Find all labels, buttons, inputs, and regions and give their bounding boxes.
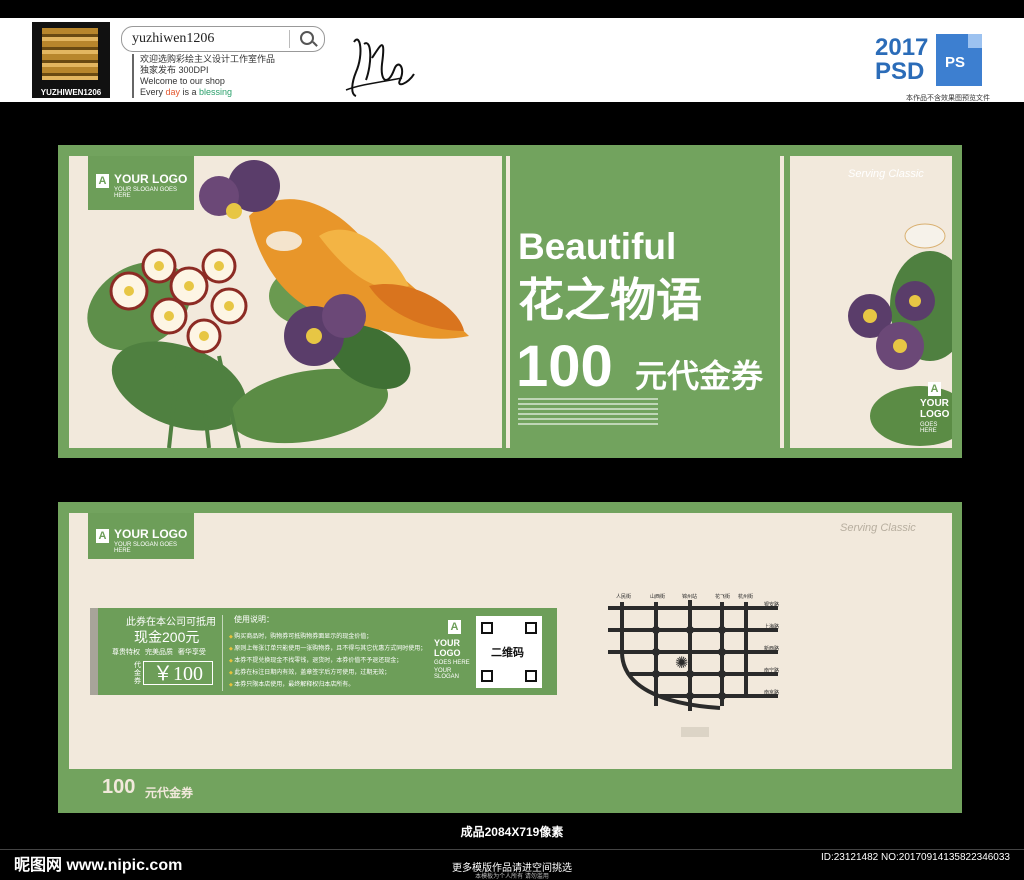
voucher-amount: 100 (516, 334, 613, 399)
back-logo-slogan: YOUR SLOGAN GOES HERE (114, 542, 178, 554)
qr-finder-icon (481, 622, 493, 634)
brand-cube-icon (42, 28, 98, 80)
map-road-label: 南宁路 (764, 667, 779, 674)
location-map: ✺ 人民街 山西街 锦州站 花飞街 杭州街 银安路 上海路 新西路 南宁路 南京… (608, 593, 779, 711)
back-logo-badge: A YOUR LOGO YOUR SLOGAN GOES HERE (88, 513, 194, 559)
vert-logo-line-1: YOUR (434, 638, 461, 648)
logo-a-icon: A (928, 382, 941, 396)
qr-label: 二维码 (491, 647, 524, 659)
stub-script-text: Serving Classic (848, 168, 924, 180)
front-logo-title: YOUR LOGO (114, 172, 188, 186)
shop-line-3: Welcome to our shop (140, 76, 225, 86)
psd-year: 2017 (875, 34, 929, 61)
size-note: 成品2084X719像素 (460, 825, 564, 839)
usage-rule: 原则上每张订单只能使用一张购物券，且不得与其它优惠方式同时使用； (229, 643, 426, 652)
back-amount-unit: 元代金券 (145, 786, 194, 800)
shop-line-1: 欢迎选购彩绘主义设计工作室作品 (140, 54, 276, 64)
back-amount: 100 (102, 776, 136, 798)
price-box: ￥100 (143, 661, 213, 685)
map-street-label: 杭州街 (738, 593, 753, 600)
map-street-label: 山西街 (650, 593, 665, 600)
logo-a-icon: A (96, 174, 109, 188)
front-divider-right (780, 156, 784, 448)
logo-a-icon: A (448, 620, 461, 634)
info-separator (222, 615, 223, 691)
usage-rule: 本券只限本店使用，最终解释权归本店所有。 (229, 679, 354, 688)
stub-vertical-logo: A YOUR LOGO GOES HERE (918, 382, 950, 442)
psd-note: 本作品不含效果图预览文件 (906, 95, 990, 102)
footer-divider (0, 849, 1024, 850)
map-road-label: 银安路 (764, 601, 779, 608)
logo-a-icon: A (96, 529, 109, 543)
copyright-text: 本模板为个人所有 请勿滥用 (475, 874, 549, 880)
search-box[interactable]: yuzhiwen1206 (121, 26, 325, 52)
search-icon[interactable] (300, 31, 314, 45)
front-logo-badge: A YOUR LOGO YOUR SLOGAN GOES HERE (88, 156, 194, 210)
shop-info: 欢迎选购彩绘主义设计工作室作品 独家发布 300DPI Welcome to o… (132, 54, 275, 98)
qr-finder-icon (481, 670, 493, 682)
stub-logo-line-1: YOUR (920, 398, 949, 409)
map-road-label: 新西路 (764, 645, 779, 652)
tagline-part: day (165, 87, 181, 97)
photoshop-file-icon: PS (936, 34, 982, 86)
back-script-text: Serving Classic (840, 522, 916, 534)
perks-text: 尊贵特权 完美品质 奢华享受 (112, 649, 206, 656)
front-divider-left (506, 156, 510, 448)
map-street-label: 人民街 (616, 593, 631, 600)
title-english: Beautiful (518, 226, 677, 267)
tagline-part: is a (180, 87, 200, 97)
usage-rule: 此券在标注日期内有效，盖章签字后方可使用，过期无效； (229, 667, 390, 676)
map-caption-placeholder (681, 727, 709, 737)
fine-print-lines (518, 398, 658, 426)
vert-logo-small-2: YOUR SLOGAN (434, 668, 460, 680)
vertical-logo: A YOUR LOGO GOES HERE YOUR SLOGAN (430, 618, 470, 688)
vert-logo-line-2: LOGO (434, 648, 461, 658)
map-street-label: 锦州站 (682, 593, 697, 600)
vert-logo-small-1: GOES HERE (434, 660, 470, 666)
shop-line-2: 独家发布 300DPI (140, 65, 209, 75)
map-road-label: 南京路 (764, 689, 779, 696)
image-id-text: ID:23121482 NO:20170914135822346033 (820, 852, 1010, 863)
brand-logo[interactable]: YUZHIWEN1206 (32, 22, 110, 98)
stub-logo-line-2: LOGO (920, 409, 950, 420)
search-input[interactable]: yuzhiwen1206 (132, 31, 214, 47)
signature-mark (345, 38, 415, 97)
cash-value: 现金200元 (134, 629, 200, 645)
tagline-part: Every (140, 87, 166, 97)
ps-icon-label: PS (945, 54, 966, 71)
title-chinese: 花之物语 (518, 274, 702, 326)
map-road-label: 上海路 (764, 623, 779, 630)
usage-title: 使用说明： (234, 615, 274, 624)
usage-rule: 本券不提兑换现金不找零钱，退货时，本券价值不予退还现金； (229, 655, 402, 664)
map-marker-icon: ✺ (675, 655, 688, 672)
shop-tagline: Every day is a blessing (140, 87, 275, 98)
stub-logo-small: GOES HERE (920, 422, 938, 434)
map-street-label: 花飞街 (715, 593, 730, 600)
psd-label: PSD (875, 58, 925, 85)
qr-finder-icon (525, 670, 537, 682)
search-divider (289, 30, 290, 48)
usage-rule: 购买商品时，购物券可抵购物券面显示的现金价值； (229, 631, 372, 640)
tagline-part: blessing (199, 87, 233, 97)
front-logo-slogan: YOUR SLOGAN GOES HERE (114, 187, 178, 199)
back-logo-title: YOUR LOGO (114, 527, 188, 541)
qr-finder-icon (525, 622, 537, 634)
brand-caption: YUZHIWEN1206 (40, 88, 102, 97)
voucher-amount-unit: 元代金券 (635, 358, 764, 394)
accept-text: 此券在本公司可抵用 (126, 617, 216, 628)
